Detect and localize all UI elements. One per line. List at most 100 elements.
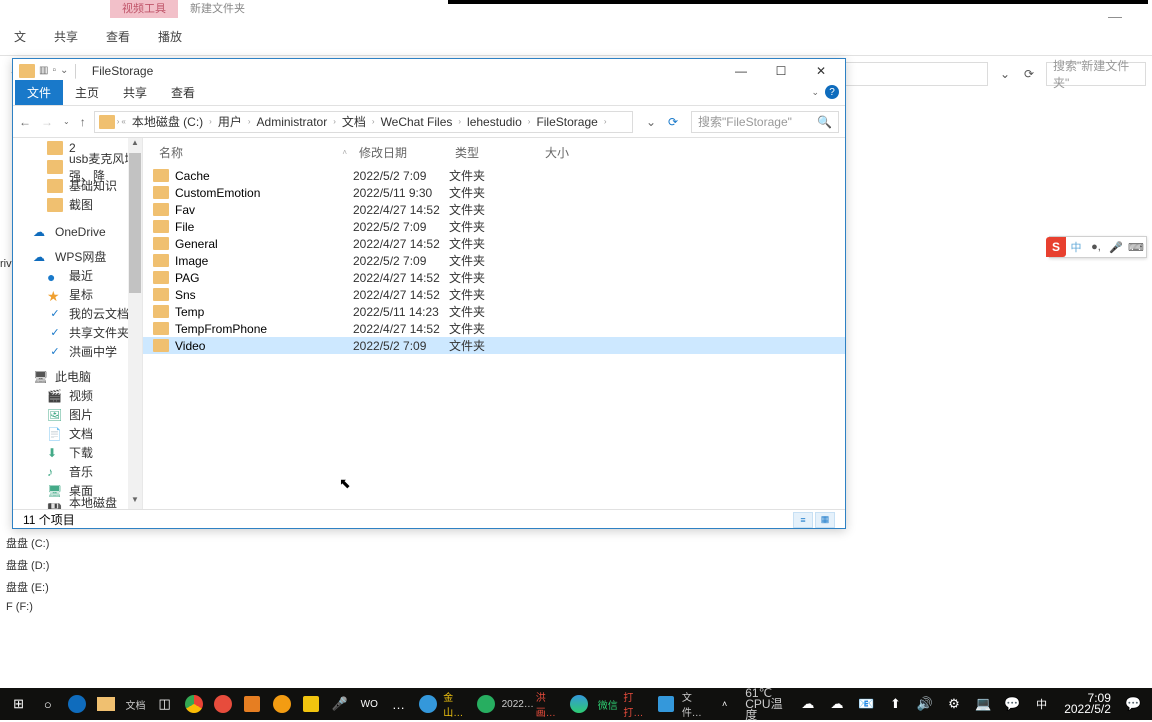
file-row[interactable]: Video2022/5/2 7:09文件夹 (143, 337, 845, 354)
tab-file[interactable]: 文件 (15, 80, 63, 105)
nav-tree[interactable]: 2usb麦克风增强、降基础知识截图☁OneDrive☁WPS网盘●最近★星标✓我… (13, 138, 143, 509)
tb-app-icon[interactable] (565, 689, 592, 719)
tb-clock[interactable]: 7:09 2022/5/2 (1056, 693, 1119, 715)
bg-tab-file[interactable]: 文 (0, 24, 40, 49)
qat-props-icon[interactable]: ▥ (39, 65, 48, 76)
crumb[interactable]: lehestudio (463, 115, 526, 129)
ime-keyboard-icon[interactable]: ⌨ (1126, 237, 1146, 257)
titlebar[interactable]: ▥ ▫ ⌄ │ FileStorage — ☐ ✕ (13, 59, 845, 82)
tb-app-icon[interactable] (239, 689, 266, 719)
tb-temperature[interactable]: 61℃ CPU温度 (739, 688, 793, 721)
refresh-icon[interactable]: ⟳ (663, 115, 683, 129)
tree-item[interactable]: ☁OneDrive (13, 222, 142, 241)
bg-drive-e[interactable]: 盘盘 (E:) (6, 579, 49, 595)
bg-drive-c[interactable]: 盘盘 (C:) (6, 535, 49, 551)
nav-back-icon[interactable]: ← (19, 115, 31, 129)
tree-item[interactable]: ✓我的云文档 (13, 304, 142, 323)
tb-app-icon[interactable] (297, 689, 324, 719)
tree-item[interactable]: ☁WPS网盘 (13, 247, 142, 266)
close-button[interactable]: ✕ (801, 61, 841, 81)
bg-drive-d[interactable]: 盘盘 (D:) (6, 557, 49, 573)
tb-app-icon[interactable] (473, 689, 500, 719)
ime-logo-icon[interactable]: S (1046, 237, 1066, 257)
bg-search-input[interactable]: 搜索"新建文件夹" (1046, 62, 1146, 86)
col-name[interactable]: 名称 ˄ (153, 142, 353, 163)
tb-app-icon[interactable]: 文件… (682, 689, 709, 719)
tb-notifications-icon[interactable]: 💬 (1120, 689, 1147, 719)
col-size[interactable]: 大小 (539, 142, 599, 163)
taskbar[interactable]: ⊞ ○ 文档 ◫ 🎤 WO … 金山… 2022… 洪画… 微信 打打… 文件…… (0, 688, 1152, 720)
qat-new-icon[interactable]: ▫ (52, 65, 56, 76)
tab-view[interactable]: 查看 (159, 80, 207, 105)
tb-tray-icon[interactable]: ⬆ (882, 689, 909, 719)
ime-toolbar[interactable]: S 中 ●, 🎤 ⌨ (1049, 236, 1147, 258)
file-row[interactable]: Image2022/5/2 7:09文件夹 (143, 252, 845, 269)
qat-dropdown-icon[interactable]: ⌄ (60, 65, 68, 76)
tb-app-icon[interactable]: 2022… (502, 689, 534, 719)
bg-minimize-icon[interactable]: — (1108, 8, 1122, 24)
tb-taskview-icon[interactable]: ◫ (151, 689, 178, 719)
crumb[interactable]: 用户 (214, 113, 246, 130)
tree-item[interactable]: ♪音乐 (13, 462, 142, 481)
tree-item[interactable]: 🖥此电脑 (13, 367, 142, 386)
ime-voice-icon[interactable]: 🎤 (1106, 237, 1126, 257)
file-row[interactable]: TempFromPhone2022/4/27 14:52文件夹 (143, 320, 845, 337)
tb-tray-icon[interactable]: 💻 (970, 689, 997, 719)
scroll-up-icon[interactable]: ▲ (128, 138, 142, 152)
file-row[interactable]: File2022/5/2 7:09文件夹 (143, 218, 845, 235)
tree-item[interactable]: 💾本地磁盘 (C:) (13, 500, 142, 509)
addr-dropdown-icon[interactable]: ⌄ (641, 115, 661, 129)
nav-forward-icon[interactable]: → (41, 115, 53, 129)
tb-app-icon[interactable] (268, 689, 295, 719)
tb-volume-icon[interactable]: 🔊 (911, 689, 938, 719)
file-row[interactable]: Cache2022/5/2 7:09文件夹 (143, 167, 845, 184)
file-row[interactable]: General2022/4/27 14:52文件夹 (143, 235, 845, 252)
tb-tray-icon[interactable]: ⚙ (940, 689, 967, 719)
tree-item[interactable]: ✓洪画中学 (13, 342, 142, 361)
crumb[interactable]: 本地磁盘 (C:) (128, 113, 207, 130)
tb-chrome-icon[interactable] (180, 689, 207, 719)
tb-app-icon[interactable] (210, 689, 237, 719)
tb-app-icon[interactable]: … (385, 689, 412, 719)
tb-tray-icon[interactable]: 💬 (999, 689, 1026, 719)
bg-tab-view[interactable]: 查看 (92, 24, 144, 49)
tree-item[interactable]: ✓共享文件夹 (13, 323, 142, 342)
bg-context-tab[interactable]: 视频工具 (110, 0, 178, 18)
tree-item[interactable]: 🖼图片 (13, 405, 142, 424)
tb-app-icon[interactable] (653, 689, 680, 719)
scroll-thumb[interactable] (129, 153, 141, 293)
tb-app-icon[interactable]: 金山… (443, 689, 470, 719)
tab-home[interactable]: 主页 (63, 80, 111, 105)
tb-wechat-icon[interactable]: 微信 (594, 689, 621, 719)
file-row[interactable]: Sns2022/4/27 14:52文件夹 (143, 286, 845, 303)
help-icon[interactable]: ? (825, 85, 839, 99)
bg-refresh-icon[interactable]: ⟳ (1018, 63, 1040, 85)
column-headers[interactable]: 名称 ˄ 修改日期 类型 大小 (143, 138, 845, 167)
tb-tray-icon[interactable]: ☁ (823, 689, 850, 719)
tb-app-icon[interactable]: 打打… (623, 689, 650, 719)
nav-up-icon[interactable]: ↑ (80, 115, 86, 129)
bg-tab-share[interactable]: 共享 (40, 24, 92, 49)
start-button[interactable]: ⊞ (5, 689, 32, 719)
maximize-button[interactable]: ☐ (761, 61, 801, 81)
tb-app-icon[interactable] (414, 689, 441, 719)
tree-item[interactable]: 📄文档 (13, 424, 142, 443)
tb-cortana-icon[interactable]: ○ (34, 689, 61, 719)
bg-drive-f[interactable]: F (F:) (6, 601, 49, 613)
crumb[interactable]: 文档 (338, 113, 370, 130)
file-row[interactable]: PAG2022/4/27 14:52文件夹 (143, 269, 845, 286)
view-icons-icon[interactable]: ▦ (815, 512, 835, 528)
address-bar[interactable]: › « 本地磁盘 (C:)› 用户› Administrator› 文档› We… (94, 111, 633, 133)
ime-punct-icon[interactable]: ●, (1086, 237, 1106, 257)
tab-share[interactable]: 共享 (111, 80, 159, 105)
file-list[interactable]: 名称 ˄ 修改日期 类型 大小 Cache2022/5/2 7:09文件夹Cus… (143, 138, 845, 509)
ribbon-expand-icon[interactable]: ⌄ (811, 87, 819, 98)
tb-tray-expand-icon[interactable]: ˄ (711, 689, 738, 719)
minimize-button[interactable]: — (721, 61, 761, 81)
file-row[interactable]: Fav2022/4/27 14:52文件夹 (143, 201, 845, 218)
crumb[interactable]: FileStorage (532, 115, 601, 129)
crumb[interactable]: WeChat Files (377, 115, 457, 129)
tb-explorer-icon[interactable] (93, 689, 120, 719)
tree-item[interactable]: 🎬视频 (13, 386, 142, 405)
col-type[interactable]: 类型 (449, 142, 539, 163)
